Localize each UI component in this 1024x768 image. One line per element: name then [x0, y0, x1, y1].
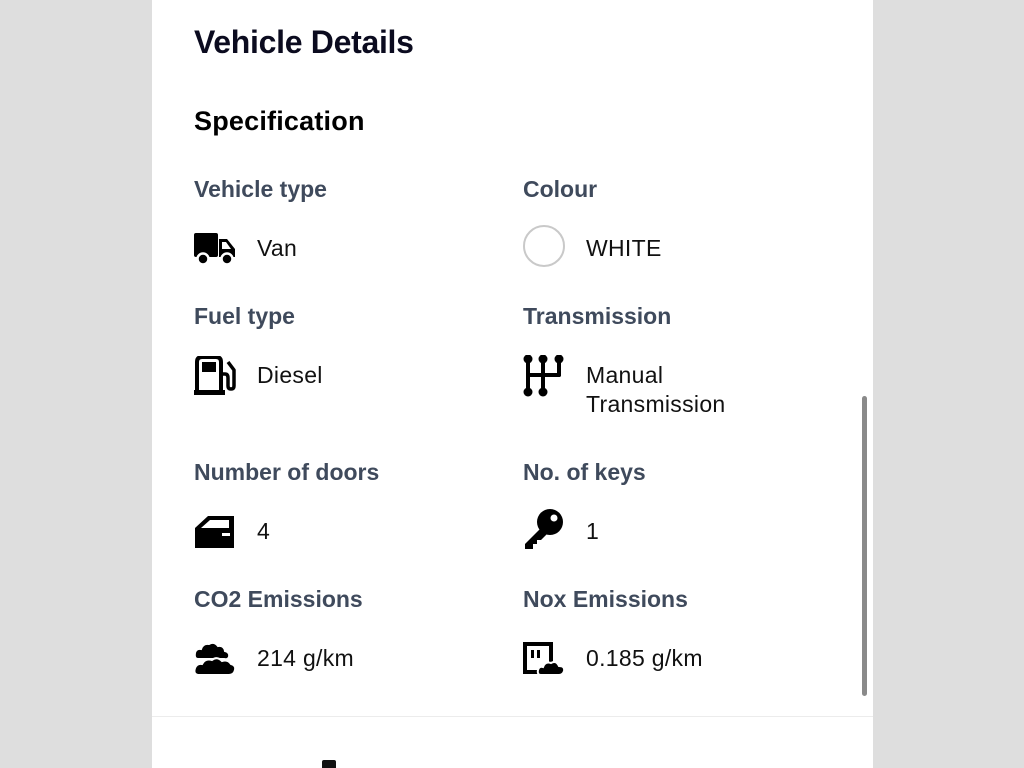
vehicle-type-value: Van: [257, 235, 298, 261]
doors-value: 4: [257, 518, 271, 544]
keys-row: 1: [523, 508, 599, 550]
co2-label: CO2 Emissions: [194, 586, 363, 612]
clouds-icon: [194, 638, 236, 680]
co2-row: 214 g/km: [194, 638, 354, 680]
fuel-pump-icon: [194, 355, 236, 397]
gear-shift-icon: [523, 355, 565, 397]
colour-row: WHITE: [523, 225, 662, 267]
section-divider: [152, 716, 873, 717]
transmission-label: Transmission: [523, 303, 672, 329]
key-icon: [523, 508, 565, 550]
nox-label: Nox Emissions: [523, 586, 688, 612]
co2-value: 214 g/km: [257, 645, 355, 671]
specification-heading: Specification: [194, 106, 365, 136]
doors-row: 4: [194, 511, 270, 553]
transmission-value-line2: Transmission: [586, 391, 726, 417]
vehicle-details-panel: Vehicle Details Specification Vehicle ty…: [152, 0, 873, 768]
colour-swatch: [523, 225, 565, 267]
scrollbar[interactable]: [862, 396, 867, 696]
transmission-value: Manual Transmission: [586, 355, 726, 419]
fuel-type-row: Diesel: [194, 355, 323, 397]
colour-swatch-circle: [523, 225, 565, 267]
transmission-value-line1: Manual: [586, 362, 664, 388]
nox-value: 0.185 g/km: [586, 645, 703, 671]
colour-value: WHITE: [586, 235, 662, 261]
keys-value: 1: [586, 518, 600, 544]
fuel-type-value: Diesel: [257, 362, 323, 388]
next-section-heading-peek: [322, 760, 336, 768]
van-icon: [194, 228, 236, 270]
transmission-row: Manual Transmission: [523, 355, 726, 419]
page-title: Vehicle Details: [194, 24, 414, 60]
keys-label: No. of keys: [523, 459, 646, 485]
fuel-type-label: Fuel type: [194, 303, 295, 329]
car-door-icon: [194, 511, 236, 553]
nox-row: 0.185 g/km: [523, 638, 703, 680]
vehicle-type-row: Van: [194, 228, 297, 270]
vehicle-type-label: Vehicle type: [194, 176, 327, 202]
colour-label: Colour: [523, 176, 598, 202]
doors-label: Number of doors: [194, 459, 380, 485]
emissions-meter-icon: [523, 638, 565, 680]
